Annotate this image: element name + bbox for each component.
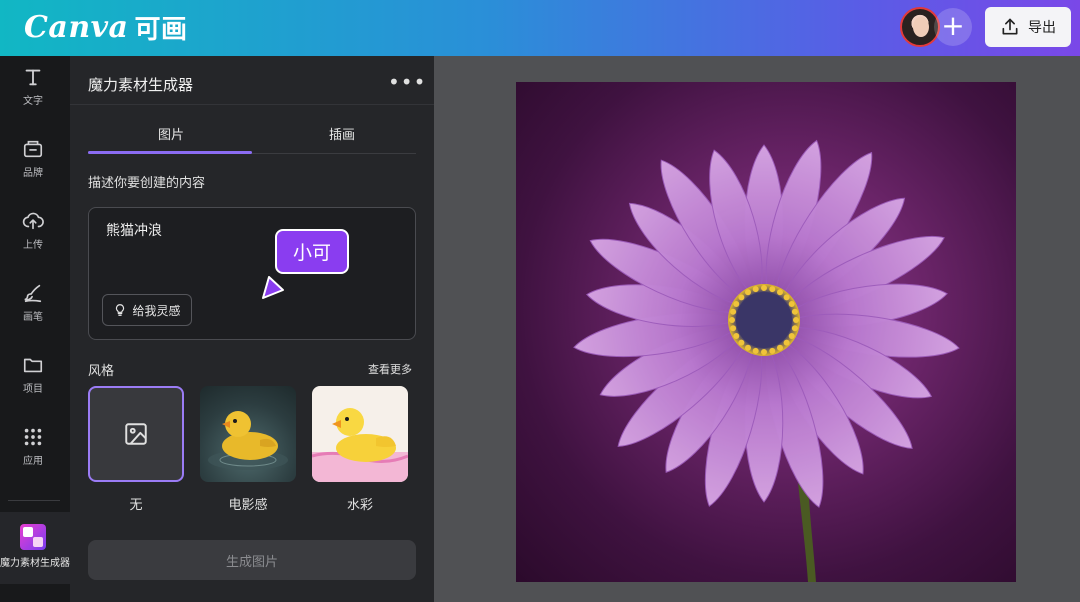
- style-option-none[interactable]: [88, 386, 184, 482]
- left-rail: 文字 品牌 上传 画笔 项目 应用 魔力素材生成器: [0, 56, 70, 602]
- rail-item-magic-media[interactable]: 魔力素材生成器: [0, 512, 70, 584]
- flower-stamen: [791, 308, 798, 315]
- inspire-label: 给我灵感: [132, 303, 181, 318]
- rail-item-brand[interactable]: 品牌: [0, 128, 66, 188]
- rail-label: 文字: [23, 95, 43, 107]
- flower-stamen: [745, 289, 751, 296]
- flower-stamen: [788, 333, 795, 339]
- tab-active-indicator: [88, 151, 252, 154]
- style-label: 风格: [88, 364, 115, 379]
- style-name-watercolor: 水彩: [346, 498, 373, 513]
- lightbulb-icon: [116, 304, 125, 316]
- rail-label: 品牌: [23, 167, 43, 179]
- top-bar: Canva 可画 + 导出: [0, 0, 1080, 56]
- flower-stamen: [783, 339, 790, 346]
- tab-illustrations[interactable]: 插画: [329, 124, 355, 143]
- upload-icon: [22, 212, 44, 229]
- export-button[interactable]: 导出: [985, 7, 1071, 47]
- canvas-area: [434, 56, 1080, 602]
- rail-item-projects[interactable]: 项目: [0, 344, 66, 404]
- see-more-link[interactable]: 查看更多: [368, 361, 412, 377]
- avatar-face: [913, 17, 929, 37]
- flower-stamen: [793, 317, 799, 323]
- inspire-me-button[interactable]: 给我灵感: [102, 294, 192, 326]
- flower-stamen: [777, 289, 783, 296]
- cinematic-duck-thumbnail: [208, 411, 288, 470]
- panel-divider: [70, 104, 434, 105]
- rail-item-upload[interactable]: 上传: [0, 200, 66, 260]
- magic-media-icon: [20, 524, 46, 550]
- flower-stamen: [788, 301, 795, 307]
- rail-active-label: 魔力素材生成器: [0, 558, 70, 569]
- flower-stamen: [769, 286, 776, 293]
- panel-title: 魔力素材生成器: [88, 76, 194, 94]
- style-option-cinematic[interactable]: [200, 386, 296, 482]
- flower-stamen: [729, 317, 735, 323]
- style-name-cinematic: 电影感: [228, 498, 268, 513]
- watercolor-duck-thumbnail: [312, 408, 408, 482]
- describe-label: 描述你要创建的内容: [88, 176, 206, 191]
- folder-icon: [23, 358, 43, 372]
- rail-item-text[interactable]: 文字: [0, 56, 66, 116]
- flower-stamen: [738, 294, 745, 301]
- add-collaborator-button[interactable]: +: [934, 8, 972, 46]
- flower-stamen: [730, 308, 737, 315]
- rail-label: 应用: [23, 455, 43, 467]
- rail-item-apps[interactable]: 应用: [0, 416, 66, 476]
- generate-image-button[interactable]: 生成图片: [88, 540, 416, 580]
- flower-stamen: [761, 285, 767, 291]
- collaborator-cursor-tag: 小可: [275, 229, 349, 274]
- prompt-input[interactable]: 熊猫冲浪 给我灵感: [88, 207, 416, 340]
- image-placeholder-icon: [125, 423, 147, 445]
- text-icon: [25, 69, 41, 85]
- style-option-watercolor[interactable]: [312, 386, 408, 482]
- logo-text: Canva: [24, 9, 129, 45]
- flower-stamen: [752, 347, 759, 354]
- design-artboard[interactable]: [516, 82, 1016, 582]
- flower-stamen: [791, 325, 798, 332]
- rail-divider: [8, 500, 60, 501]
- flower-image: [573, 139, 960, 582]
- rail-label: 项目: [23, 383, 43, 395]
- flower-stamen: [745, 344, 751, 351]
- flower-stamen: [738, 339, 745, 346]
- flower-stamen: [777, 344, 783, 351]
- brush-icon: [24, 284, 42, 302]
- export-label: 导出: [1028, 20, 1056, 36]
- style-name-none: 无: [129, 498, 143, 513]
- rail-label: 画笔: [23, 311, 43, 323]
- flower-stamen: [769, 347, 776, 354]
- magic-media-panel: 魔力素材生成器 ••• 图片 插画 描述你要创建的内容 熊猫冲浪 给我灵感 小可…: [70, 56, 434, 602]
- cursor-pointer-icon: [262, 276, 284, 299]
- flower-stamen: [733, 301, 740, 307]
- rail-item-brush[interactable]: 画笔: [0, 272, 66, 332]
- upload-share-icon: [1002, 18, 1018, 35]
- more-options-icon[interactable]: •••: [388, 70, 426, 94]
- flower-stamen: [761, 349, 767, 355]
- logo-cn-text: 可画: [134, 14, 188, 45]
- flower-stamen: [752, 286, 759, 293]
- rail-label: 上传: [23, 239, 43, 251]
- canva-logo[interactable]: Canva 可画: [24, 9, 188, 45]
- flower-stamen: [730, 325, 737, 332]
- flower-stamen: [733, 333, 740, 339]
- prompt-text: 熊猫冲浪: [106, 223, 162, 239]
- brand-icon: [23, 140, 43, 157]
- flower-stamen: [783, 294, 790, 301]
- tab-images[interactable]: 图片: [158, 124, 184, 143]
- apps-icon: [24, 428, 42, 445]
